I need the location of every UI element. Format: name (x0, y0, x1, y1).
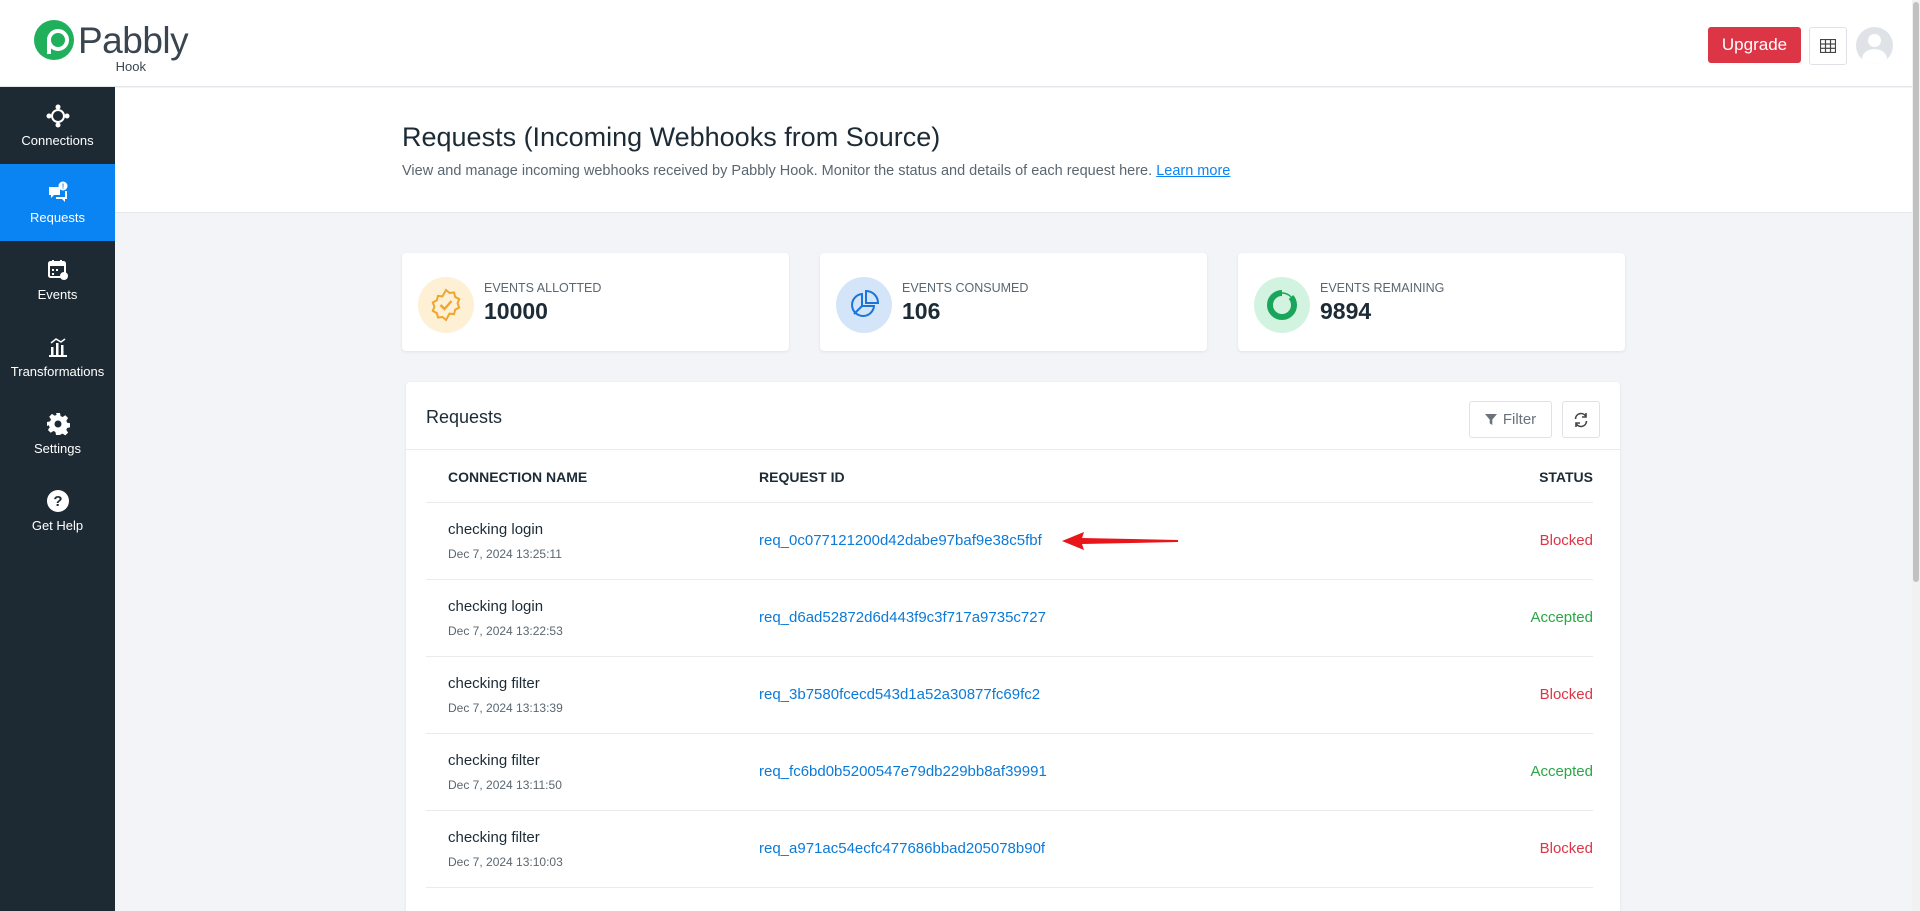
request-timestamp: Dec 7, 2024 13:22:53 (448, 624, 563, 638)
sidebar-item-requests[interactable]: ! Requests (0, 164, 115, 241)
request-id-link[interactable]: req_fc6bd0b5200547e79db229bb8af39991 (759, 763, 1047, 780)
stat-card-events-remaining: EVENTS REMAINING 9894 (1238, 253, 1625, 351)
request-id-link[interactable]: req_0c077121200d42dabe97baf9e38c5fbf (759, 532, 1042, 549)
chart-icon (48, 337, 67, 357)
sidebar-item-label: Get Help (31, 517, 84, 533)
status-badge: Blocked (1539, 532, 1593, 549)
refresh-icon (1574, 412, 1588, 427)
request-timestamp: Dec 7, 2024 13:10:03 (448, 855, 563, 869)
gear-icon (46, 412, 70, 435)
sidebar-item-label: Settings (34, 440, 81, 456)
status-badge: Accepted (1530, 763, 1593, 780)
column-header-connection-name[interactable]: CONNECTION NAME (448, 469, 587, 485)
sidebar-item-label: Transformations (10, 363, 105, 379)
table-row[interactable]: checking login Dec 7, 2024 13:25:11 req_0c… (426, 503, 1593, 580)
page-header: Requests (Incoming Webhooks from Source)… (115, 88, 1912, 213)
request-timestamp: Dec 7, 2024 13:13:39 (448, 701, 563, 715)
user-avatar-icon[interactable] (1856, 27, 1893, 64)
request-id-link[interactable]: req_a971ac54ecfc477686bbad205078b90f (759, 840, 1045, 857)
table-row[interactable]: checking login Dec 7, 2024 13:22:53 req_d6… (426, 580, 1593, 657)
svg-text:?: ? (53, 493, 62, 510)
brand-name: Pabbly (78, 20, 189, 61)
status-badge: Accepted (1530, 609, 1593, 626)
stat-value: 106 (902, 298, 941, 324)
sidebar-item-transformations[interactable]: Transformations (0, 318, 115, 395)
requests-card: Requests Filter CONNECTION NAME REQUEST … (406, 382, 1620, 911)
sidebar-item-label: Events (37, 286, 78, 302)
apps-grid-button[interactable] (1809, 27, 1847, 65)
request-timestamp: Dec 7, 2024 13:25:11 (448, 547, 562, 561)
annotation-arrow-icon (1062, 532, 1178, 550)
requests-card-title: Requests (426, 407, 503, 427)
table-header: CONNECTION NAME REQUEST ID STATUS (426, 450, 1593, 503)
sidebar-item-connections[interactable]: Connections (0, 87, 115, 164)
status-badge: Blocked (1539, 840, 1593, 857)
requests-icon: ! (48, 181, 67, 202)
page-description: View and manage incoming webhooks receiv… (402, 163, 1230, 179)
connection-name: checking filter (448, 752, 540, 769)
column-header-request-id[interactable]: REQUEST ID (759, 469, 845, 485)
stat-label: EVENTS REMAINING (1320, 281, 1445, 295)
table-row[interactable]: checking filter Dec 7, 2024 13:10:03 req_a… (426, 811, 1593, 888)
sidebar: Connections ! Requests Events Transforma… (0, 87, 115, 911)
stat-label: EVENTS ALLOTTED (484, 281, 602, 295)
pabbly-hook-logo[interactable]: Pabbly Hook (34, 18, 194, 74)
page-description-text: View and manage incoming webhooks receiv… (402, 163, 1157, 179)
connection-name: checking filter (448, 675, 540, 692)
page-title: Requests (Incoming Webhooks from Source) (402, 122, 941, 152)
ring-chart-icon (1254, 277, 1310, 333)
calendar-icon (47, 259, 68, 280)
sidebar-item-get-help[interactable]: ? Get Help (0, 472, 115, 549)
refresh-button[interactable] (1562, 401, 1600, 438)
connections-icon (46, 104, 69, 127)
help-icon: ? (46, 489, 69, 512)
status-badge: Blocked (1539, 686, 1593, 703)
connection-name: checking login (448, 598, 544, 615)
pabbly-logo-icon (34, 20, 74, 60)
stat-card-events-allotted: EVENTS ALLOTTED 10000 (402, 253, 789, 351)
request-id-link[interactable]: req_3b7580fcecd543d1a52a30877fc69fc2 (759, 686, 1040, 703)
filter-button[interactable]: Filter (1469, 401, 1552, 438)
grid-icon (1820, 39, 1836, 53)
connection-name: checking filter (448, 829, 540, 846)
sidebar-item-label: Requests (30, 209, 85, 225)
top-bar: Pabbly Hook Upgrade (0, 0, 1920, 87)
pie-chart-icon (836, 277, 892, 333)
requests-table: CONNECTION NAME REQUEST ID STATUS checki… (426, 450, 1593, 888)
column-header-status[interactable]: STATUS (1539, 469, 1593, 485)
stat-card-events-consumed: EVENTS CONSUMED 106 (820, 253, 1207, 351)
page-scrollbar-thumb[interactable] (1913, 2, 1919, 582)
table-row[interactable]: checking filter Dec 7, 2024 13:13:39 req_3… (426, 657, 1593, 734)
stat-value: 10000 (484, 298, 548, 324)
stat-value: 9894 (1320, 298, 1372, 324)
badge-check-icon (418, 277, 474, 333)
sidebar-item-label: Connections (21, 132, 94, 148)
filter-icon (1484, 413, 1497, 425)
request-timestamp: Dec 7, 2024 13:11:50 (448, 778, 562, 792)
learn-more-link[interactable]: Learn more (1156, 163, 1230, 179)
stat-label: EVENTS CONSUMED (902, 281, 1029, 295)
sidebar-item-settings[interactable]: Settings (0, 395, 115, 472)
product-name: Hook (115, 59, 146, 74)
svg-text:!: ! (61, 183, 63, 190)
table-body: checking login Dec 7, 2024 13:25:11 req_0c… (426, 503, 1593, 888)
request-id-link[interactable]: req_d6ad52872d6d443f9c3f717a9735c727 (759, 609, 1046, 626)
upgrade-button[interactable]: Upgrade (1708, 27, 1801, 63)
sidebar-item-events[interactable]: Events (0, 241, 115, 318)
filter-label: Filter (1502, 411, 1537, 428)
connection-name: checking login (448, 521, 544, 538)
table-row[interactable]: checking filter Dec 7, 2024 13:11:50 req_f… (426, 734, 1593, 811)
